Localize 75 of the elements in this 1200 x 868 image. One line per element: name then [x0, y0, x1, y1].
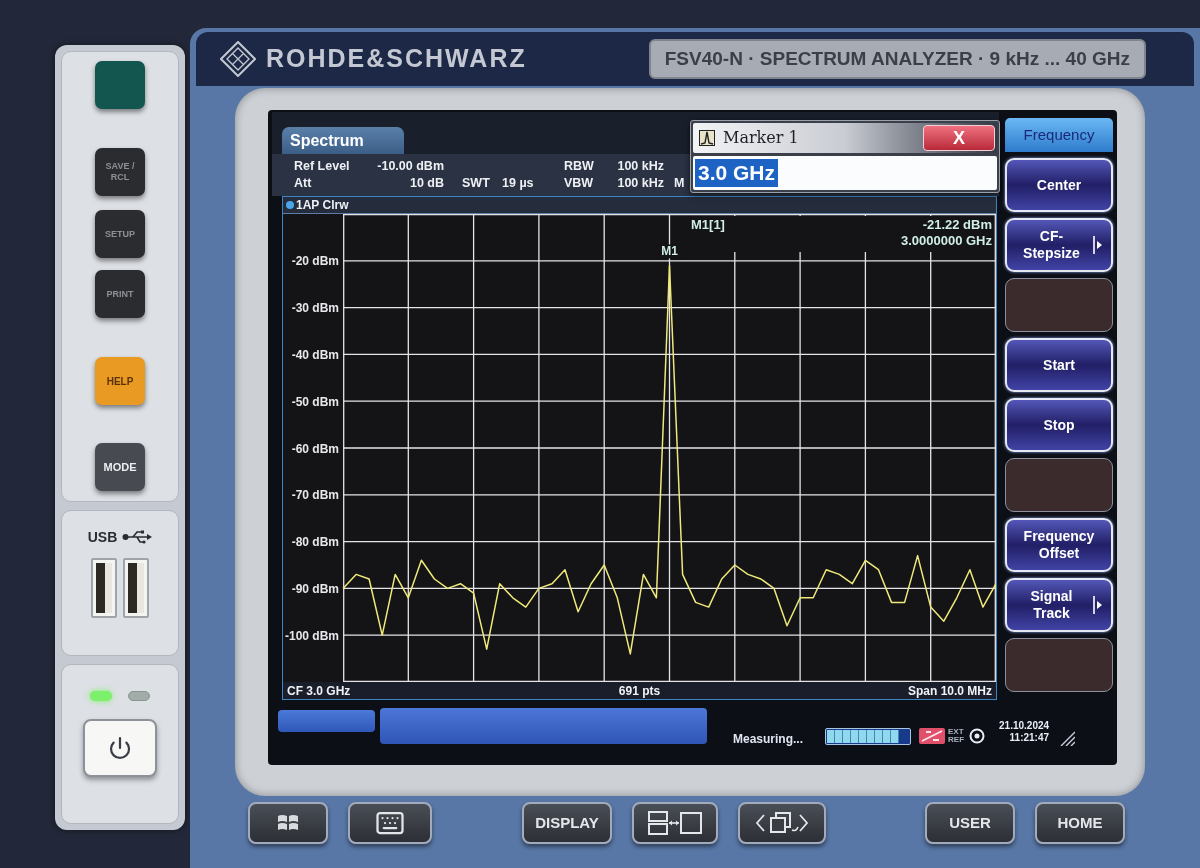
usb-icon — [122, 530, 153, 545]
setting-value: -10.00 dBm — [376, 158, 444, 176]
ext-ref-label: EXT REF — [948, 728, 965, 744]
front-panel-key[interactable] — [632, 802, 718, 844]
y-tick-label: -90 dBm — [291, 581, 339, 596]
front-panel-key[interactable]: HOME — [1035, 802, 1125, 844]
softkey[interactable]: Start — [1005, 338, 1113, 392]
hardware-key[interactable]: MODE — [95, 443, 145, 491]
setting-label: Ref Level — [294, 158, 351, 176]
tab[interactable]: Spectrum — [282, 127, 404, 154]
split-layout-icon — [647, 810, 703, 836]
dialog-title: Marker 1 — [723, 127, 799, 149]
time-text: 11:21:47 — [1009, 732, 1050, 744]
front-panel-key[interactable] — [348, 802, 432, 844]
points-text: 691 pts — [618, 684, 661, 697]
circle-dot-icon — [969, 728, 985, 744]
trace-dot-icon — [286, 201, 294, 209]
usb-port[interactable] — [91, 557, 117, 618]
setting-value: 19 µs — [502, 175, 535, 193]
y-tick-label: -100 dBm — [284, 628, 339, 643]
hardware-key[interactable]: PRINT — [95, 270, 145, 318]
front-panel-key[interactable]: DISPLAY — [522, 802, 612, 844]
center-frequency-text: CF 3.0 GHz — [287, 684, 351, 697]
softkey-menu-title: Frequency — [1005, 118, 1113, 152]
setting-label: M — [674, 175, 685, 193]
span-text: Span 10.0 MHz — [907, 684, 992, 697]
softkey[interactable]: Center — [1005, 158, 1113, 212]
blank-softkey[interactable] — [1005, 278, 1113, 332]
y-tick-label: -60 dBm — [291, 441, 339, 456]
marker-power-reading: -21.22 dBm — [922, 217, 992, 233]
blank-softkey[interactable] — [1005, 638, 1113, 692]
status-message: Measuring... — [733, 731, 803, 748]
model-plate: FSV40-N · SPECTRUM ANALYZER · 9 kHz ... 40 GHz — [648, 39, 1146, 79]
y-tick-label: -30 dBm — [291, 301, 339, 316]
marker-frequency-field[interactable]: 3.0 GHz — [693, 156, 997, 190]
close-button[interactable]: X — [923, 125, 995, 151]
resize-grip-icon — [1059, 730, 1076, 746]
setting-value: 100 kHz — [616, 175, 664, 193]
setting-label: VBW — [564, 175, 595, 193]
four-panes-icon — [277, 813, 299, 833]
diamond-logo-icon — [220, 41, 256, 77]
setting-label: RBW — [564, 158, 595, 176]
y-tick-label: -20 dBm — [291, 254, 339, 269]
setting-label: SWT — [462, 175, 491, 193]
usb-label: USB — [87, 527, 118, 547]
y-tick-label: -50 dBm — [291, 394, 339, 409]
marker-name: M1[1] — [691, 217, 725, 233]
y-tick-label: -80 dBm — [291, 535, 339, 550]
hardware-key[interactable]: HELP — [95, 357, 145, 405]
usb-port[interactable] — [123, 557, 149, 618]
hardware-key[interactable]: SAVE / RCL — [95, 148, 145, 196]
setting-label: Att — [294, 175, 313, 193]
setting-value: 10 dB — [408, 175, 444, 193]
slashed-box-icon — [919, 728, 945, 744]
power-icon — [108, 736, 132, 761]
trace-label: 1AP Clrw — [296, 199, 349, 211]
power-button[interactable] — [83, 719, 157, 778]
hardware-key[interactable]: SETUP — [95, 210, 145, 258]
marker-frequency-reading: 3.0000000 GHz — [900, 233, 992, 249]
front-panel-key[interactable] — [738, 802, 826, 844]
setting-value: 100 kHz — [616, 158, 664, 176]
softkey[interactable]: Stop — [1005, 398, 1113, 452]
y-tick-label: -40 dBm — [291, 347, 339, 362]
spectrum-icon — [699, 130, 715, 146]
softkey[interactable]: Frequency Offset — [1005, 518, 1113, 572]
softkey[interactable]: Signal Track — [1005, 578, 1113, 632]
date-text: 21.10.2024 — [999, 720, 1050, 732]
brand-name: ROHDE&SCHWARZ — [266, 43, 527, 75]
y-tick-label: -70 dBm — [291, 488, 339, 503]
front-panel-key[interactable]: USER — [925, 802, 1015, 844]
window-switch-icon — [754, 810, 810, 836]
blank-softkey[interactable] — [1005, 458, 1113, 512]
marker-label: M1 — [661, 244, 678, 259]
front-panel-key[interactable] — [248, 802, 328, 844]
softkey[interactable]: CF-Stepsize — [1005, 218, 1113, 272]
